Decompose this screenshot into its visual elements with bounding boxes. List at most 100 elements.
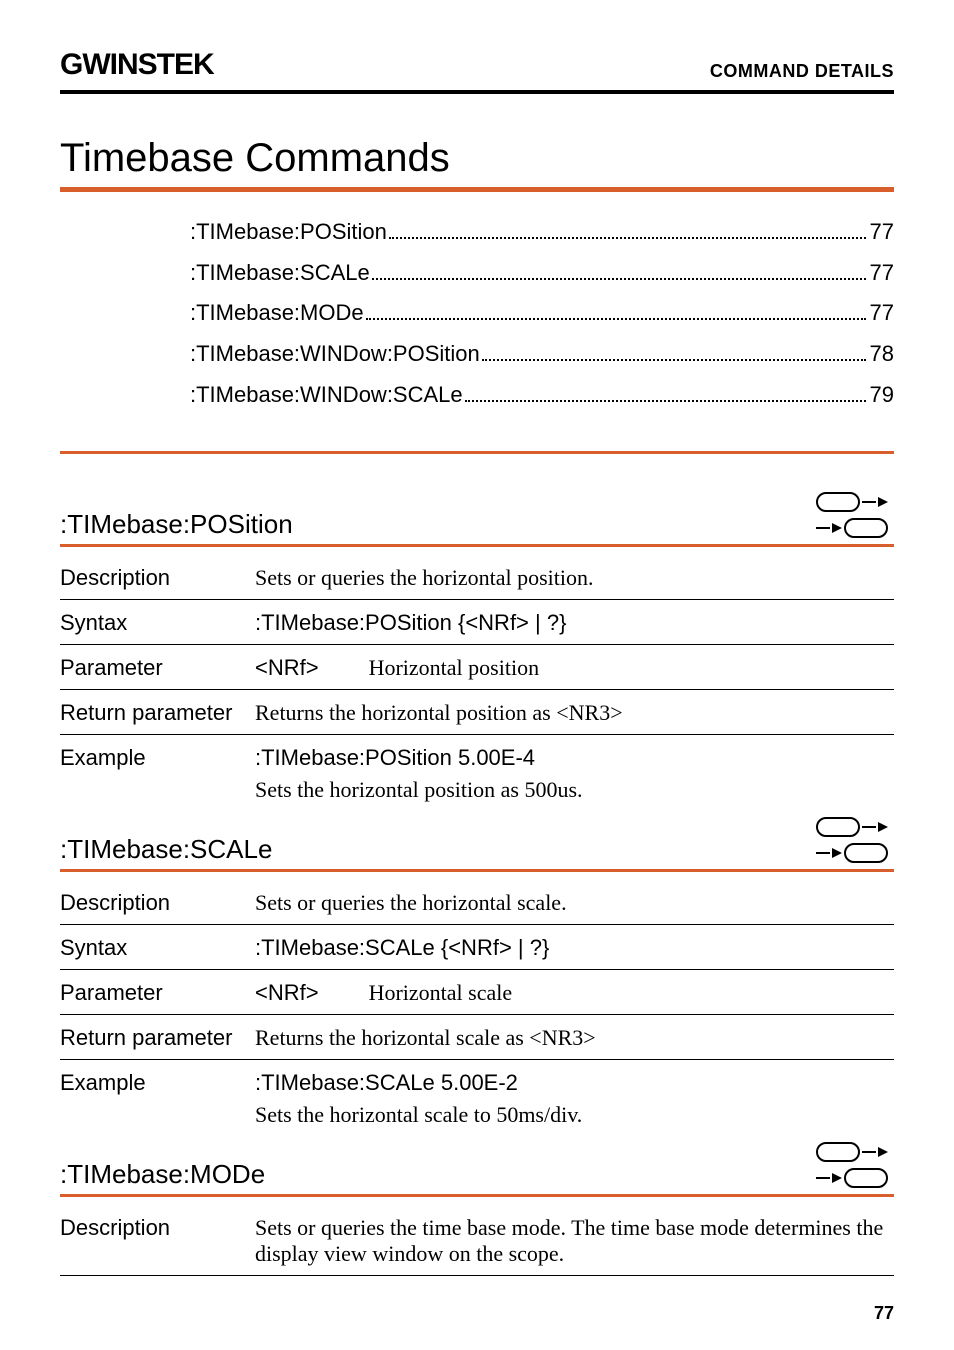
header-section-label: COMMAND DETAILS bbox=[710, 61, 894, 82]
def-label: Description bbox=[60, 1215, 255, 1241]
def-row-example: Example :TIMebase:POSition 5.00E-4 Sets … bbox=[60, 735, 894, 811]
def-row-description: Description Sets or queries the horizont… bbox=[60, 880, 894, 925]
oval-icon bbox=[844, 843, 888, 863]
toc-label: :TIMebase:POSition bbox=[190, 212, 387, 253]
set-query-icon bbox=[816, 1142, 894, 1190]
section-title: :TIMebase:SCALe bbox=[60, 834, 272, 865]
arrow-in-icon bbox=[816, 848, 842, 858]
section-title: :TIMebase:POSition bbox=[60, 509, 293, 540]
command-section-scale: :TIMebase:SCALe Description Sets or quer… bbox=[60, 817, 894, 1136]
toc-page: 77 bbox=[870, 212, 894, 253]
def-label: Description bbox=[60, 890, 255, 916]
param-desc: Horizontal position bbox=[369, 655, 539, 681]
example-command: :TIMebase:SCALe 5.00E-2 bbox=[255, 1070, 894, 1096]
toc-leader-dots bbox=[465, 400, 866, 402]
page-number: 77 bbox=[874, 1303, 894, 1324]
toc-row: :TIMebase:MODe 77 bbox=[190, 293, 894, 334]
brand-logo: GWINSTEK bbox=[60, 48, 214, 82]
def-label: Syntax bbox=[60, 935, 255, 961]
def-value: :TIMebase:POSition {<NRf> | ?} bbox=[255, 610, 566, 635]
def-row-example: Example :TIMebase:SCALe 5.00E-2 Sets the… bbox=[60, 1060, 894, 1136]
definition-list: Description Sets or queries the horizont… bbox=[60, 880, 894, 1136]
toc-leader-dots bbox=[389, 237, 866, 239]
example-command: :TIMebase:POSition 5.00E-4 bbox=[255, 745, 894, 771]
section-rule bbox=[60, 1194, 894, 1197]
toc-page: 77 bbox=[870, 293, 894, 334]
section-rule bbox=[60, 544, 894, 547]
set-query-icon bbox=[816, 492, 894, 540]
def-value: :TIMebase:SCALe {<NRf> | ?} bbox=[255, 935, 549, 960]
section-header: :TIMebase:MODe bbox=[60, 1142, 894, 1190]
param-key: <NRf> bbox=[255, 980, 319, 1006]
section-rule bbox=[60, 869, 894, 872]
def-label: Syntax bbox=[60, 610, 255, 636]
example-description: Sets the horizontal position as 500us. bbox=[255, 777, 894, 803]
def-value: Returns the horizontal scale as <NR3> bbox=[255, 1025, 894, 1051]
section-header: :TIMebase:POSition bbox=[60, 492, 894, 540]
def-row-parameter: Parameter <NRf> Horizontal position bbox=[60, 645, 894, 690]
toc-label: :TIMebase:MODe bbox=[190, 293, 364, 334]
def-row-syntax: Syntax :TIMebase:POSition {<NRf> | ?} bbox=[60, 600, 894, 645]
oval-icon bbox=[816, 1142, 860, 1162]
toc-label: :TIMebase:WINDow:POSition bbox=[190, 334, 480, 375]
table-of-contents: :TIMebase:POSition 77 :TIMebase:SCALe 77… bbox=[190, 212, 894, 415]
set-icon bbox=[816, 817, 888, 837]
toc-label: :TIMebase:WINDow:SCALe bbox=[190, 375, 463, 416]
arrow-out-icon bbox=[862, 822, 888, 832]
query-icon bbox=[816, 843, 888, 863]
def-label: Description bbox=[60, 565, 255, 591]
toc-leader-dots bbox=[482, 359, 866, 361]
oval-icon bbox=[844, 518, 888, 538]
set-icon bbox=[816, 1142, 888, 1162]
set-query-icon bbox=[816, 817, 894, 865]
def-label: Return parameter bbox=[60, 1025, 255, 1051]
definition-list: Description Sets or queries the time bas… bbox=[60, 1205, 894, 1276]
def-row-return: Return parameter Returns the horizontal … bbox=[60, 690, 894, 735]
page-title: Timebase Commands bbox=[60, 136, 894, 181]
command-section-mode: :TIMebase:MODe Description Sets or queri… bbox=[60, 1142, 894, 1276]
definition-list: Description Sets or queries the horizont… bbox=[60, 555, 894, 811]
arrow-in-icon bbox=[816, 1173, 842, 1183]
oval-icon bbox=[816, 817, 860, 837]
arrow-in-icon bbox=[816, 523, 842, 533]
example-description: Sets the horizontal scale to 50ms/div. bbox=[255, 1102, 894, 1128]
toc-row: :TIMebase:POSition 77 bbox=[190, 212, 894, 253]
toc-page: 78 bbox=[870, 334, 894, 375]
def-label: Return parameter bbox=[60, 700, 255, 726]
def-row-syntax: Syntax :TIMebase:SCALe {<NRf> | ?} bbox=[60, 925, 894, 970]
toc-row: :TIMebase:SCALe 77 bbox=[190, 253, 894, 294]
def-label: Parameter bbox=[60, 980, 255, 1006]
toc-page: 79 bbox=[870, 375, 894, 416]
def-row-parameter: Parameter <NRf> Horizontal scale bbox=[60, 970, 894, 1015]
def-row-return: Return parameter Returns the horizontal … bbox=[60, 1015, 894, 1060]
set-icon bbox=[816, 492, 888, 512]
section-header: :TIMebase:SCALe bbox=[60, 817, 894, 865]
param-key: <NRf> bbox=[255, 655, 319, 681]
def-value: Sets or queries the time base mode. The … bbox=[255, 1215, 894, 1267]
oval-icon bbox=[816, 492, 860, 512]
def-value: Sets or queries the horizontal position. bbox=[255, 565, 894, 591]
logo-text: GWINSTEK bbox=[60, 48, 214, 81]
def-row-description: Description Sets or queries the time bas… bbox=[60, 1205, 894, 1276]
title-underline bbox=[60, 187, 894, 192]
toc-row: :TIMebase:WINDow:POSition 78 bbox=[190, 334, 894, 375]
toc-leader-dots bbox=[366, 318, 866, 320]
query-icon bbox=[816, 1168, 888, 1188]
toc-end-rule bbox=[60, 451, 894, 454]
toc-label: :TIMebase:SCALe bbox=[190, 253, 370, 294]
def-value: Returns the horizontal position as <NR3> bbox=[255, 700, 894, 726]
command-section-position: :TIMebase:POSition Description Sets or q… bbox=[60, 492, 894, 811]
toc-page: 77 bbox=[870, 253, 894, 294]
page-header: GWINSTEK COMMAND DETAILS bbox=[60, 48, 894, 94]
param-desc: Horizontal scale bbox=[369, 980, 513, 1006]
def-row-description: Description Sets or queries the horizont… bbox=[60, 555, 894, 600]
oval-icon bbox=[844, 1168, 888, 1188]
def-value: Sets or queries the horizontal scale. bbox=[255, 890, 894, 916]
def-label: Example bbox=[60, 745, 255, 771]
query-icon bbox=[816, 518, 888, 538]
toc-leader-dots bbox=[372, 278, 866, 280]
toc-row: :TIMebase:WINDow:SCALe 79 bbox=[190, 375, 894, 416]
section-title: :TIMebase:MODe bbox=[60, 1159, 265, 1190]
def-label: Parameter bbox=[60, 655, 255, 681]
arrow-out-icon bbox=[862, 1147, 888, 1157]
